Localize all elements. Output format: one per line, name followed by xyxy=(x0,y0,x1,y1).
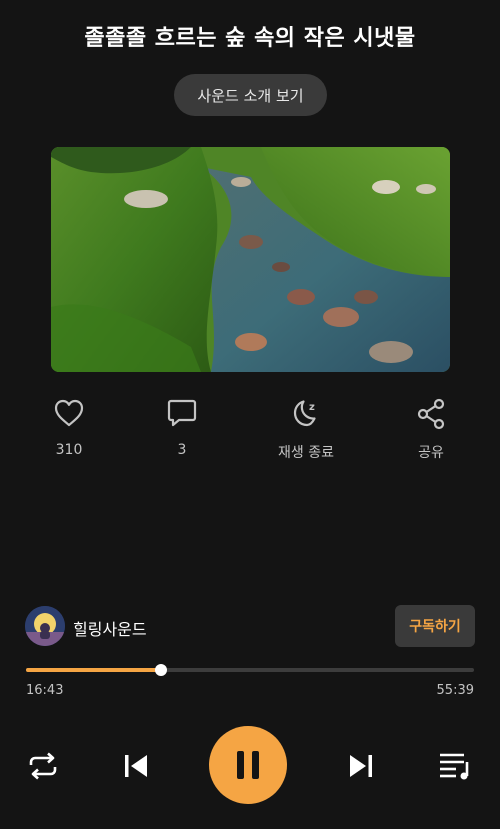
heart-icon xyxy=(54,399,84,427)
pause-button[interactable] xyxy=(209,726,287,804)
action-bar: 310 3 z 재생 종료 공유 xyxy=(0,398,500,468)
previous-button[interactable] xyxy=(120,750,152,782)
playback-controls xyxy=(0,726,500,806)
playlist-button[interactable] xyxy=(437,749,473,783)
comment-button[interactable]: 3 xyxy=(142,398,222,458)
share-button[interactable]: 공유 xyxy=(391,398,471,462)
share-icon xyxy=(417,398,445,430)
like-count: 310 xyxy=(55,442,83,458)
track-title: 졸졸졸 흐르는 숲 속의 작은 시냇물 xyxy=(84,26,416,51)
cover-image xyxy=(51,147,450,372)
channel-avatar[interactable] xyxy=(25,606,65,646)
comment-count: 3 xyxy=(177,442,187,458)
repeat-icon xyxy=(29,752,57,780)
repeat-button[interactable] xyxy=(26,750,60,782)
sleep-timer-label: 재생 종료 xyxy=(278,445,334,461)
channel-row: 힐링사운드 구독하기 xyxy=(25,605,475,647)
player-screen: 졸졸졸 흐르는 숲 속의 작은 시냇물 사운드 소개 보기 310 3 z 재생… xyxy=(0,0,500,829)
progress-slider[interactable] xyxy=(26,664,474,676)
subscribe-button[interactable]: 구독하기 xyxy=(395,605,475,647)
progress-thumb[interactable] xyxy=(155,664,167,676)
comment-icon xyxy=(167,399,197,427)
previous-icon xyxy=(125,755,147,777)
moon-sleep-icon: z xyxy=(293,400,316,427)
playlist-icon xyxy=(440,753,469,780)
next-button[interactable] xyxy=(345,750,377,782)
total-time: 55:39 xyxy=(436,683,474,698)
current-time: 16:43 xyxy=(26,683,64,698)
pause-icon xyxy=(237,751,259,779)
like-button[interactable]: 310 xyxy=(29,398,109,458)
channel-name[interactable]: 힐링사운드 xyxy=(73,616,147,640)
sound-intro-button[interactable]: 사운드 소개 보기 xyxy=(174,74,327,116)
sleep-timer-button[interactable]: z 재생 종료 xyxy=(266,398,346,462)
svg-text:z: z xyxy=(309,402,315,413)
next-icon xyxy=(350,755,372,777)
progress-fill xyxy=(26,668,161,672)
share-label: 공유 xyxy=(418,445,444,461)
